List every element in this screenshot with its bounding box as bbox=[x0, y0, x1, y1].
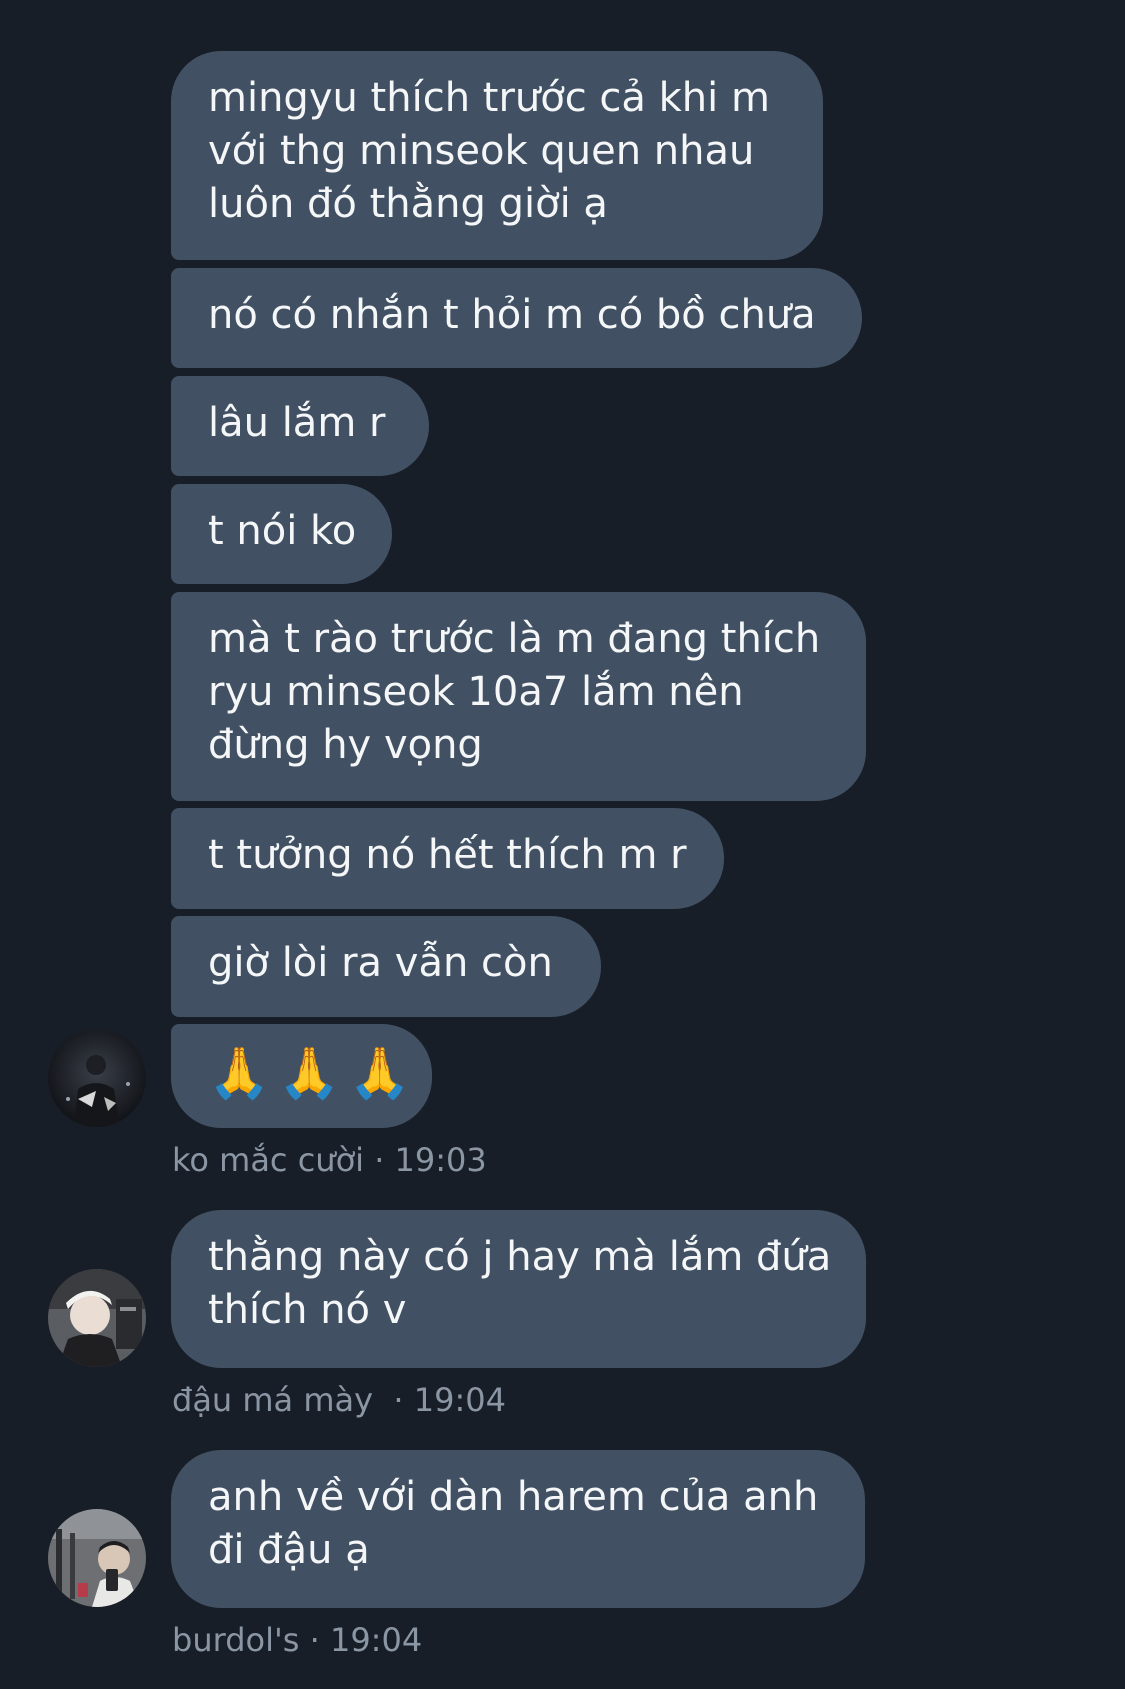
message-text: thằng này có j hay mà lắm đứa bbox=[208, 1234, 832, 1280]
message-text: anh về với dàn harem của anh bbox=[208, 1474, 819, 1520]
message-text: giờ lòi ra vẫn còn bbox=[208, 940, 553, 986]
message-bubble[interactable]: t nói ko bbox=[171, 484, 392, 584]
message-text: mingyu thích trước cả khi m bbox=[208, 75, 770, 121]
message-text: thích nó v bbox=[208, 1287, 407, 1333]
message-text: t nói ko bbox=[208, 508, 357, 554]
avatar-image bbox=[48, 1509, 146, 1607]
avatar[interactable] bbox=[48, 1269, 146, 1367]
message-meta: đậu má mày · 19:04 bbox=[172, 1381, 506, 1419]
message-meta: burdol's · 19:04 bbox=[172, 1621, 423, 1659]
message-text: lâu lắm r bbox=[208, 400, 386, 446]
message-bubble[interactable]: nó có nhắn t hỏi m có bồ chưa bbox=[171, 268, 862, 368]
avatar-image bbox=[48, 1269, 146, 1367]
avatar[interactable] bbox=[48, 1509, 146, 1607]
message-bubble[interactable]: t tưởng nó hết thích m r bbox=[171, 808, 724, 909]
message-text: đi đậu ạ bbox=[208, 1527, 370, 1573]
message-text: ryu minseok 10a7 lắm nên bbox=[208, 669, 744, 715]
message-meta: ko mắc cười · 19:03 bbox=[172, 1141, 487, 1179]
message-text: nó có nhắn t hỏi m có bồ chưa bbox=[208, 292, 816, 338]
message-bubble[interactable]: mà t rào trước là m đang thích ryu minse… bbox=[171, 592, 866, 801]
avatar[interactable] bbox=[48, 1029, 146, 1127]
folded-hands-icon: 🙏🙏🙏 bbox=[208, 1044, 419, 1102]
message-text: với thg minseok quen nhau bbox=[208, 128, 755, 174]
chat-thread: mingyu thích trước cả khi m với thg mins… bbox=[0, 0, 1125, 1689]
message-text: đừng hy vọng bbox=[208, 722, 483, 768]
message-bubble[interactable]: lâu lắm r bbox=[171, 376, 429, 476]
message-bubble[interactable]: anh về với dàn harem của anh đi đậu ạ bbox=[171, 1450, 865, 1608]
message-bubble[interactable]: giờ lòi ra vẫn còn bbox=[171, 916, 601, 1017]
message-text: mà t rào trước là m đang thích bbox=[208, 616, 821, 662]
message-bubble[interactable]: thằng này có j hay mà lắm đứa thích nó v bbox=[171, 1210, 866, 1368]
message-bubble[interactable]: 🙏🙏🙏 bbox=[171, 1024, 432, 1128]
message-bubble[interactable]: mingyu thích trước cả khi m với thg mins… bbox=[171, 51, 823, 260]
message-text: t tưởng nó hết thích m r bbox=[208, 832, 687, 878]
message-text: luôn đó thằng giời ạ bbox=[208, 181, 608, 227]
avatar-image bbox=[48, 1029, 146, 1127]
